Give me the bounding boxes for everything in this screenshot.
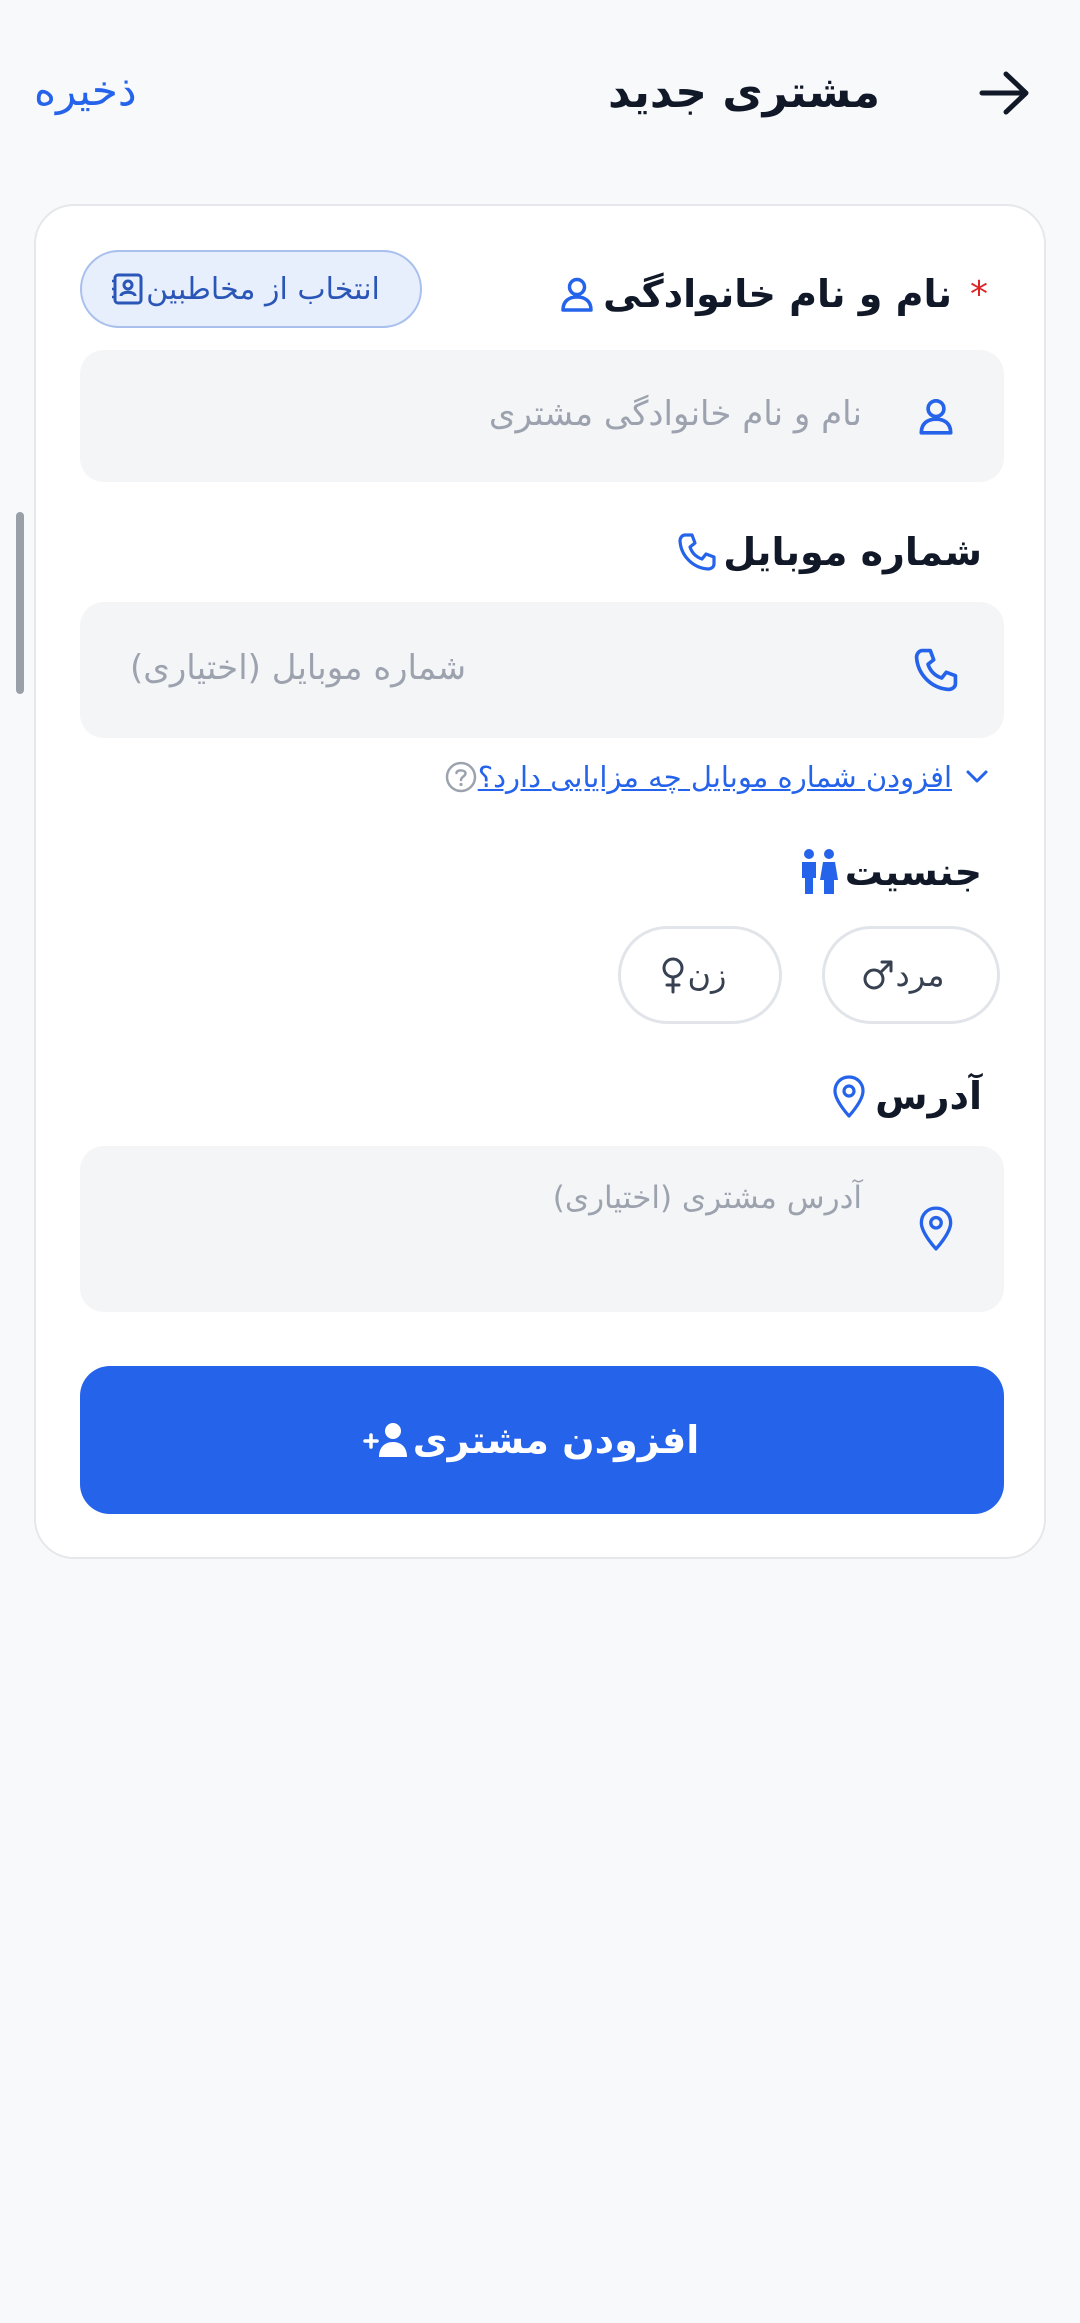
page-title: مشتری جدید (607, 67, 880, 118)
customer-name-input[interactable]: نام و نام خانوادگی مشتری (80, 350, 1004, 482)
back-button[interactable] (974, 62, 1036, 124)
user-icon (908, 388, 964, 444)
male-icon (861, 958, 895, 992)
mobile-number-input[interactable]: شماره موبایل (اختیاری) (80, 602, 1004, 738)
name-label-row: نام و نام خانوادگی * (551, 264, 1000, 324)
female-icon (658, 956, 688, 994)
customer-name-placeholder: نام و نام خانوادگی مشتری (488, 394, 862, 434)
contact-book-icon (110, 271, 146, 307)
mobile-label-row: شماره موبایل (671, 522, 1000, 582)
add-customer-label: افزودن مشتری (412, 1418, 700, 1462)
save-button[interactable]: ذخیره (34, 60, 137, 122)
gender-female-button[interactable]: زن (618, 926, 782, 1024)
gender-label: جنسیت (844, 850, 982, 894)
contacts-button-label: انتخاب از مخاطبین (146, 271, 380, 307)
required-asterisk: * (970, 273, 988, 315)
arrow-right-icon (979, 71, 1029, 115)
phone-icon (908, 642, 964, 698)
gender-label-row: جنسیت (793, 842, 1000, 902)
app-header: مشتری جدید ذخیره (0, 0, 1080, 180)
customer-address-placeholder: آدرس مشتری (اختیاری) (552, 1180, 862, 1216)
mobile-label: شماره موبایل (723, 530, 982, 574)
phone-icon (671, 526, 723, 578)
gender-male-button[interactable]: مرد (822, 926, 1000, 1024)
gender-people-icon (793, 846, 845, 898)
mobile-benefits-hint[interactable]: افزودن شماره موبایل چه مزایایی دارد؟ (444, 754, 1000, 800)
location-pin-icon (823, 1070, 875, 1122)
select-from-contacts-button[interactable]: انتخاب از مخاطبین (80, 250, 422, 328)
location-pin-icon (908, 1200, 964, 1256)
scrollbar[interactable] (16, 512, 24, 694)
gender-female-label: زن (687, 956, 727, 994)
mobile-benefits-link[interactable]: افزودن شماره موبایل چه مزایایی دارد؟ (478, 760, 952, 794)
gender-male-label: مرد (895, 956, 945, 994)
address-label: آدرس (875, 1074, 982, 1118)
address-label-row: آدرس (823, 1066, 1000, 1126)
customer-address-input[interactable]: آدرس مشتری (اختیاری) (80, 1146, 1004, 1312)
help-circle-icon (444, 760, 478, 794)
mobile-number-placeholder: شماره موبایل (اختیاری) (130, 648, 467, 688)
customer-form-card: نام و نام خانوادگی * انتخاب از مخاطبین ن… (34, 204, 1046, 1559)
chevron-down-icon (964, 767, 990, 787)
name-label: نام و نام خانوادگی (603, 272, 952, 316)
add-customer-button[interactable]: افزودن مشتری (80, 1366, 1004, 1514)
add-user-icon (363, 1421, 413, 1459)
user-icon (551, 268, 603, 320)
